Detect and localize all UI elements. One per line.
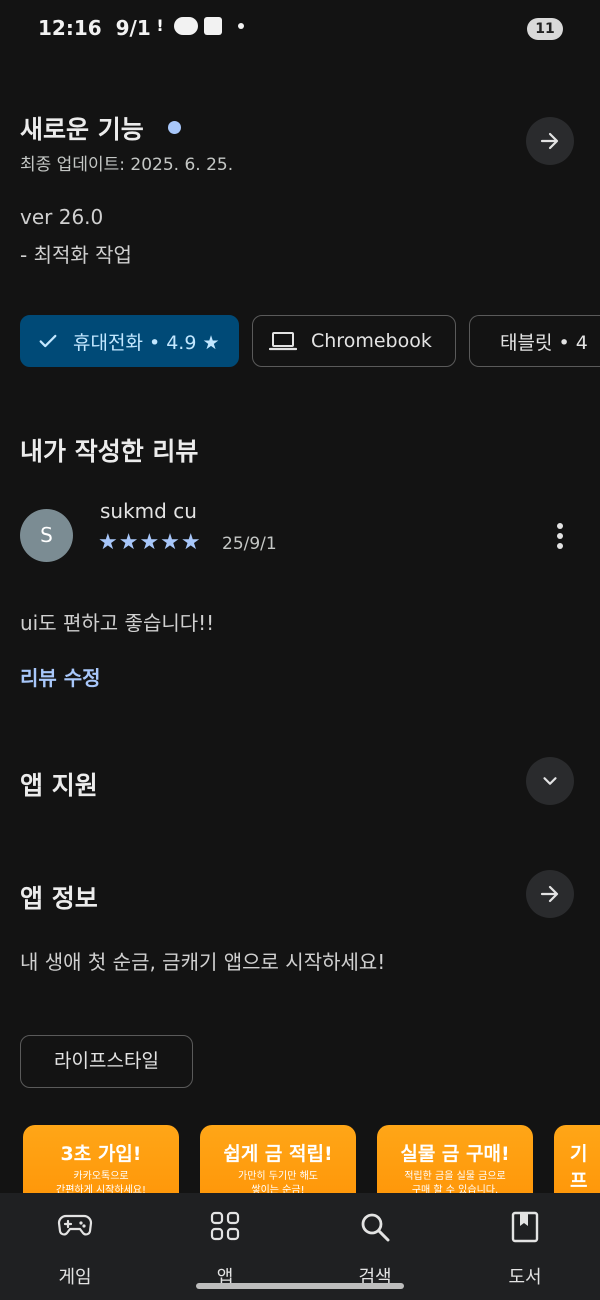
dot-icon [238,23,244,29]
avatar: S [20,509,73,562]
chat-bubble-icon [174,17,198,35]
my-review-heading: 내가 작성한 리뷰 [20,437,199,466]
notification-count-badge: 11 [527,18,563,40]
gamepad-icon [57,1214,93,1236]
check-icon [39,334,57,348]
screenshot-title: 실물 금 구매! [400,1143,510,1165]
nav-games[interactable]: 게임 [0,1193,150,1300]
app-support-expand-button[interactable] [526,757,574,805]
update-note: - 최적화 작업 [20,243,132,267]
whats-new-title: 새로운 기능 [20,115,144,144]
nav-books[interactable]: 도서 [450,1193,600,1300]
screenshot-desc-line: 가만히 두기만 해도 [238,1171,318,1182]
status-time: 12:16 9/1 [38,16,151,40]
book-icon [511,1211,539,1243]
screenshot-title: 쉽게 금 적립! [223,1143,333,1165]
status-date: 9/1 [115,16,151,40]
nav-books-label: 도서 [508,1267,542,1288]
version-text: ver 26.0 [20,205,104,229]
app-info-arrow-button[interactable] [526,870,574,918]
screenshot-title: 3초 가입! [60,1143,142,1165]
chip-chromebook[interactable]: Chromebook [252,315,456,367]
search-icon [361,1213,390,1242]
reviewer-name: sukmd cu [100,499,197,523]
screenshot-title: 기프 [570,1143,588,1192]
app-description: 내 생애 첫 순금, 금캐기 앱으로 시작하세요! [20,950,386,974]
review-date: 25/9/1 [222,534,277,554]
last-updated: 최종 업데이트: 2025. 6. 25. [20,155,234,175]
arrow-right-icon [540,885,559,903]
chip-phone[interactable]: 휴대전화 • 4.9 ★ [20,315,239,367]
laptop-icon [269,332,297,351]
whats-new-arrow-button[interactable] [526,117,574,165]
chip-chromebook-label: Chromebook [311,330,432,352]
review-text: ui도 편하고 좋습니다!! [20,611,215,635]
edit-review-link[interactable]: 리뷰 수정 [20,662,101,691]
category-chip[interactable]: 라이프스타일 [20,1035,193,1088]
screenshot-desc-line: 적립한 금을 실물 금으로 [404,1171,506,1182]
chip-tablet[interactable]: 태블릿 • 4 [469,315,600,367]
chip-phone-label: 휴대전화 • 4.9 ★ [73,331,220,354]
alert-icon: ! [156,16,164,35]
nav-games-label: 게임 [58,1267,92,1288]
new-indicator-dot [168,121,181,134]
screenshot-desc-line: 카카오톡으로 [73,1171,129,1182]
home-indicator[interactable] [196,1283,404,1289]
arrow-right-icon [540,132,559,150]
app-notification-icon [204,17,222,35]
status-clock: 12:16 [38,16,102,40]
chevron-down-icon [543,777,557,785]
more-options-icon[interactable] [550,520,570,552]
star-rating: ★★★★★ [98,530,202,555]
apps-grid-icon [210,1211,240,1241]
app-info-title: 앱 정보 [20,884,98,913]
status-icons: ! [152,16,244,36]
chip-tablet-label: 태블릿 • 4 [500,331,588,354]
app-support-title: 앱 지원 [20,771,98,800]
